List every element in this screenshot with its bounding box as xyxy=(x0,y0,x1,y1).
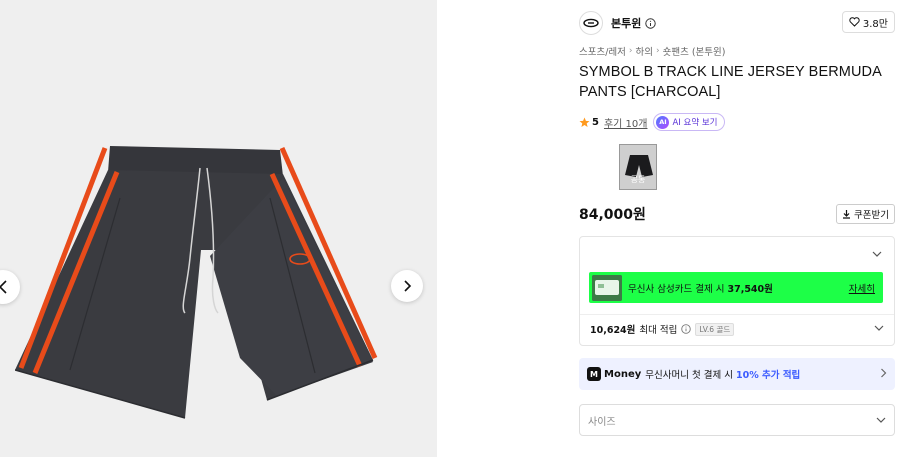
rating-score: 5 xyxy=(592,116,599,128)
money-logo-icon: M xyxy=(587,367,601,381)
level-badge: LV.6 골드 xyxy=(695,322,735,336)
breadcrumb-item[interactable]: 스포츠/레저 xyxy=(579,44,626,58)
review-link[interactable]: 후기 10개 xyxy=(604,115,648,130)
chevron-right-icon: › xyxy=(628,46,633,56)
chevron-down-icon xyxy=(876,417,886,423)
divider xyxy=(580,314,894,315)
heart-icon xyxy=(849,17,860,27)
brand-row: 본투윈 3.8만 xyxy=(579,10,895,36)
product-title: SYMBOL B TRACK LINE JERSEY BERMUDA PANTS… xyxy=(579,64,882,100)
money-highlight: 10% 추가 적립 xyxy=(735,370,801,381)
chevron-down-icon xyxy=(872,251,882,257)
product-info-panel: 본투윈 3.8만 스포츠/레저 › 하의 › 숏팬츠 (본투윈) SYMBOL … xyxy=(565,0,909,457)
like-button[interactable]: 3.8만 xyxy=(841,11,895,33)
ai-icon: AI xyxy=(656,115,670,129)
coupon-button[interactable]: 쿠폰받기 xyxy=(836,204,895,224)
money-word: Money xyxy=(604,368,642,380)
info-icon[interactable] xyxy=(645,17,657,29)
ai-summary-label: AI 요약 보기 xyxy=(672,118,718,128)
brand-logo[interactable] xyxy=(579,11,603,35)
option-thumbnail[interactable]: 공통 xyxy=(619,144,657,190)
star-icon xyxy=(579,117,590,127)
points-row[interactable]: 10,624원 최대 적립 LV.6 골드 xyxy=(590,322,884,336)
info-icon[interactable] xyxy=(681,324,692,334)
brand-name[interactable]: 본투윈 xyxy=(611,15,641,31)
breadcrumb-item[interactable]: 하의 xyxy=(636,44,653,58)
ai-summary-button[interactable]: AI AI 요약 보기 xyxy=(653,113,725,131)
chevron-down-icon xyxy=(874,324,884,335)
product-gallery xyxy=(0,0,437,457)
money-text: 무신사머니 첫 결제 시 xyxy=(645,370,733,381)
price-row: 84,000원 쿠폰받기 xyxy=(579,204,895,224)
card-promo-prefix: 무신사 삼성카드 결제 시 xyxy=(628,283,728,295)
points-amount: 10,624원 xyxy=(590,325,636,336)
breadcrumb-item[interactable]: 숏팬츠 (본투윈) xyxy=(663,44,726,58)
card-promo-text: 무신사 삼성카드 결제 시 37,540원 xyxy=(628,281,849,295)
price: 84,000원 xyxy=(579,207,646,223)
size-select[interactable]: 사이즈 xyxy=(579,404,895,436)
chevron-right-icon xyxy=(880,368,887,381)
card-detail-link[interactable]: 자세히 xyxy=(849,281,875,295)
card-promo-banner[interactable]: 무신사 삼성카드 결제 시 37,540원 자세히 xyxy=(589,272,883,303)
next-image-button[interactable] xyxy=(391,270,423,302)
product-image xyxy=(15,146,378,419)
coupon-label: 쿠폰받기 xyxy=(854,210,889,221)
card-promo-amount: 37,540원 xyxy=(727,283,773,295)
card-image xyxy=(592,274,622,301)
benefit-box: 무신사 삼성카드 결제 시 37,540원 자세히 10,624원 최대 적립 … xyxy=(579,236,895,346)
chevron-right-icon: › xyxy=(656,46,660,56)
money-promo-banner[interactable]: M Money 무신사머니 첫 결제 시 10% 추가 적립 xyxy=(579,358,895,390)
download-icon xyxy=(843,210,851,219)
brand-logo-icon xyxy=(583,18,599,28)
thumbnail-label: 공통 xyxy=(630,175,646,184)
like-count: 3.8만 xyxy=(862,18,888,30)
benefit-toggle[interactable] xyxy=(580,237,894,271)
size-select-placeholder: 사이즈 xyxy=(588,416,616,428)
chevron-right-icon xyxy=(404,280,412,292)
gallery-spacer xyxy=(437,0,565,457)
breadcrumb: 스포츠/레저 › 하의 › 숏팬츠 (본투윈) xyxy=(579,44,725,58)
rating-row: 5 후기 10개 AI AI 요약 보기 xyxy=(579,113,725,131)
points-label: 최대 적립 xyxy=(639,325,678,336)
